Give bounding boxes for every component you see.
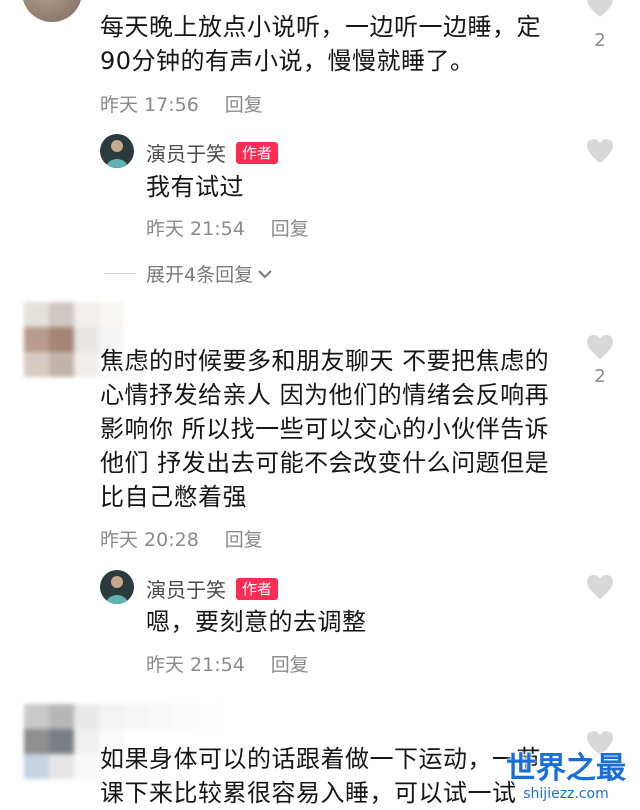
chevron-down-icon (258, 269, 272, 278)
comment-text: 焦虑的时候要多和朋友聊天 不要把焦虑的 心情抒发给亲人 因为他们的情绪会反响再 … (100, 344, 570, 514)
reply-button[interactable]: 回复 (225, 529, 263, 551)
watermark-url: shijiezz.com (523, 786, 609, 802)
comment-meta: 昨天 17:56 回复 (100, 90, 263, 117)
comment-meta: 昨天 20:28 回复 (100, 525, 263, 552)
reply-time: 昨天 21:54 (146, 654, 245, 676)
comment-line: 90分钟的有声小说，慢慢就睡了。 (100, 47, 475, 75)
expand-replies-divider (104, 273, 136, 274)
author-name[interactable]: 演员于笑 (146, 574, 226, 603)
author-badge: 作者 (236, 141, 279, 164)
comment-line: 比自己憋着强 (100, 483, 247, 511)
comment-line: 焦虑的时候要多和朋友聊天 不要把焦虑的 (100, 347, 550, 375)
reply-button[interactable]: 回复 (271, 218, 309, 240)
comment-time: 昨天 20:28 (100, 529, 199, 551)
author-name[interactable]: 演员于笑 (146, 138, 226, 167)
like-count: 2 (594, 366, 606, 387)
comment-time: 昨天 17:56 (100, 94, 199, 116)
commenter-avatar[interactable] (22, 0, 82, 22)
reply-time: 昨天 21:54 (146, 218, 245, 240)
expand-replies-label: 展开4条回复 (146, 264, 254, 286)
comment-line: 每天晚上放点小说听，一边听一边睡，定 (100, 13, 541, 41)
like-icon[interactable] (586, 0, 614, 18)
reply-text: 嗯，要刻意的去调整 (146, 608, 367, 636)
comment-line: 影响你 所以找一些可以交心的小伙伴告诉 (100, 415, 550, 443)
author-badge: 作者 (236, 577, 279, 600)
watermark-title: 世界之最 (506, 751, 626, 786)
author-avatar[interactable] (100, 134, 134, 168)
comment-line: 心情抒发给亲人 因为他们的情绪会反响再 (100, 381, 550, 409)
reply-header: 演员于笑 作者 (146, 138, 279, 167)
like-icon[interactable] (586, 334, 614, 360)
comment-line: 他们 抒发出去可能不会改变什么问题但是 (100, 449, 550, 477)
watermark: 世界之最 shijiezz.com (496, 752, 636, 806)
reply-button[interactable]: 回复 (225, 94, 263, 116)
expand-replies-button[interactable]: 展开4条回复 (146, 260, 273, 287)
like-count: 2 (594, 30, 606, 51)
reply-text: 我有试过 (146, 173, 244, 201)
reply-meta: 昨天 21:54 回复 (146, 214, 309, 241)
reply-meta: 昨天 21:54 回复 (146, 650, 309, 677)
reply-button[interactable]: 回复 (271, 654, 309, 676)
reply-header: 演员于笑 作者 (146, 574, 279, 603)
like-icon[interactable] (586, 138, 614, 164)
like-icon[interactable] (586, 574, 614, 600)
author-avatar[interactable] (100, 570, 134, 604)
comment-text: 每天晚上放点小说听，一边听一边睡，定 90分钟的有声小说，慢慢就睡了。 (100, 10, 570, 78)
